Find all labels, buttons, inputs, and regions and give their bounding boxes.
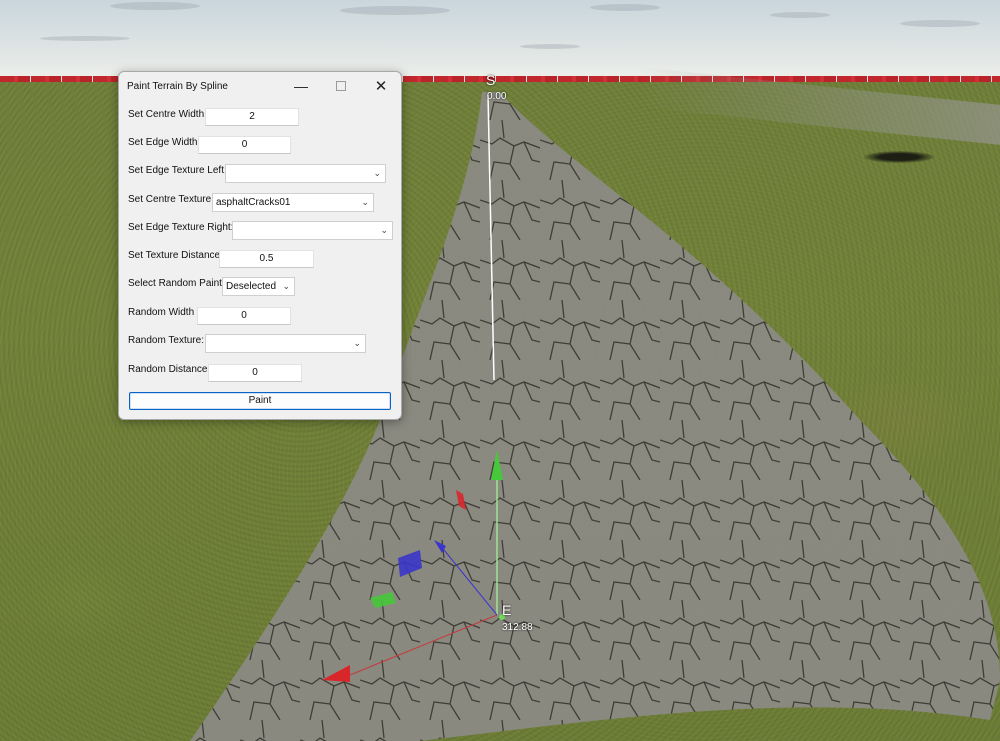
edge-texture-left-label: Set Edge Texture Left: bbox=[128, 165, 227, 176]
chevron-down-icon: ⌄ bbox=[282, 281, 290, 291]
edge-width-label: Set Edge Width bbox=[128, 137, 198, 148]
edge-texture-left-select[interactable]: ⌄ bbox=[225, 164, 386, 183]
chevron-down-icon: ⌄ bbox=[353, 338, 361, 348]
texture-distance-label: Set Texture Distance bbox=[128, 250, 221, 261]
minimize-icon[interactable]: — bbox=[283, 72, 319, 100]
paint-terrain-dialog: Paint Terrain By Spline — ✕ Set Centre W… bbox=[118, 71, 402, 420]
spline-start-distance: 0.00 bbox=[487, 91, 507, 102]
random-texture-select[interactable]: ⌄ bbox=[205, 334, 366, 353]
close-icon[interactable]: ✕ bbox=[363, 72, 399, 100]
centre-texture-value: asphaltCracks01 bbox=[216, 197, 291, 208]
spline-end-distance: 312.88 bbox=[502, 622, 533, 633]
random-distance-label: Random Distance bbox=[128, 364, 208, 375]
window-title: Paint Terrain By Spline bbox=[127, 81, 228, 92]
centre-width-label: Set Centre Width bbox=[128, 109, 205, 120]
edge-width-input[interactable]: 0 bbox=[198, 136, 291, 154]
random-texture-label: Random Texture: bbox=[128, 335, 204, 346]
random-paint-select[interactable]: Deselected ⌄ bbox=[222, 277, 295, 296]
random-paint-value: Deselected bbox=[226, 281, 277, 292]
random-distance-input[interactable]: 0 bbox=[208, 364, 302, 382]
random-width-input[interactable]: 0 bbox=[197, 307, 291, 325]
spline-start-marker[interactable]: S bbox=[486, 72, 495, 88]
centre-texture-label: Set Centre Texture: bbox=[128, 194, 214, 205]
edge-texture-right-select[interactable]: ⌄ bbox=[232, 221, 393, 240]
centre-texture-select[interactable]: asphaltCracks01 ⌄ bbox=[212, 193, 374, 212]
texture-distance-input[interactable]: 0.5 bbox=[219, 250, 314, 268]
paint-button[interactable]: Paint bbox=[129, 392, 391, 410]
edge-texture-right-label: Set Edge Texture Right: bbox=[128, 222, 234, 233]
random-width-label: Random Width bbox=[128, 307, 195, 318]
title-bar[interactable]: Paint Terrain By Spline — ✕ bbox=[119, 72, 401, 100]
chevron-down-icon: ⌄ bbox=[380, 225, 388, 235]
random-paint-label: Select Random Paint bbox=[128, 278, 222, 289]
maximize-icon[interactable] bbox=[323, 72, 359, 100]
centre-width-input[interactable]: 2 bbox=[205, 108, 299, 126]
chevron-down-icon: ⌄ bbox=[373, 168, 381, 178]
chevron-down-icon: ⌄ bbox=[361, 197, 369, 207]
spline-end-marker[interactable]: E bbox=[502, 602, 511, 618]
